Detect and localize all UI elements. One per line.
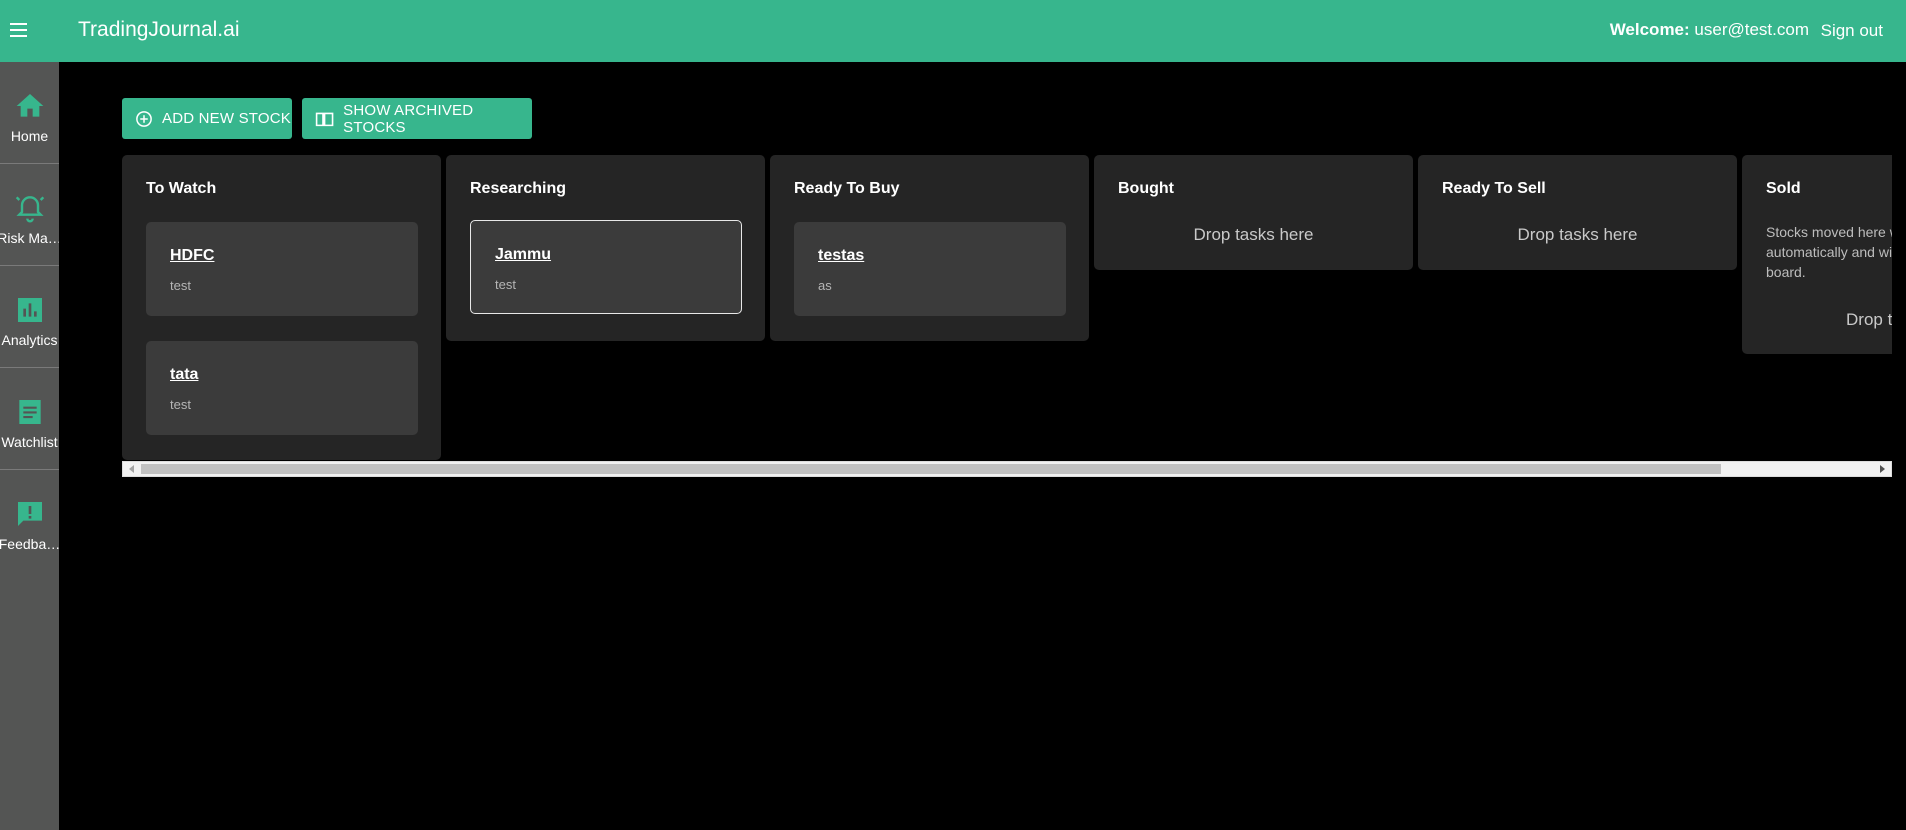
scroll-left-icon[interactable] (129, 465, 134, 473)
sidebar-item-label: Feedba… (0, 536, 59, 552)
sidebar-item-label: Watchlist (1, 434, 58, 450)
stock-card[interactable]: tata test (146, 341, 418, 435)
welcome-label: Welcome: (1609, 20, 1690, 39)
column-description: Stocks moved here will be archived autom… (1766, 224, 1892, 280)
column-title: Bought (1118, 180, 1174, 197)
sidebar: Home Risk Ma… Analytics Watchlist Feedba… (0, 62, 59, 830)
stock-card-description: test (170, 278, 191, 293)
alarm-icon (15, 196, 44, 223)
column-to-watch: To Watch HDFC test tata test (122, 155, 441, 460)
board-horizontal-scrollbar[interactable] (122, 461, 1892, 477)
column-ready-to-buy: Ready To Buy testas as (770, 155, 1089, 341)
drop-zone-hint: Drop tasks here (1193, 225, 1314, 244)
column-title: Ready To Buy (794, 180, 900, 197)
book-open-icon (315, 112, 334, 126)
show-archived-stocks-label: SHOW ARCHIVED STOCKS (343, 101, 474, 136)
bar-chart-icon (17, 298, 42, 322)
column-bought: Bought Drop tasks here (1094, 155, 1413, 270)
drop-zone-hint: Drop tasks here (1517, 225, 1638, 244)
home-icon (16, 94, 43, 117)
stock-card-description: as (818, 278, 832, 293)
scroll-right-icon[interactable] (1880, 465, 1885, 473)
scrollbar-thumb[interactable] (141, 464, 1721, 474)
kanban-board: To Watch HDFC test tata test Researching… (122, 155, 1892, 460)
sidebar-item-risk-management[interactable]: Risk Ma… (0, 164, 59, 266)
sidebar-item-label: Home (10, 128, 49, 144)
stock-card[interactable]: HDFC test (146, 222, 418, 316)
sidebar-item-label: Risk Ma… (0, 230, 59, 246)
stock-card-title[interactable]: tata (170, 366, 198, 384)
sidebar-item-label: Analytics (1, 332, 58, 348)
column-title: Sold (1766, 180, 1801, 197)
column-title: Researching (470, 180, 567, 197)
stock-card[interactable]: Jammu test (470, 220, 742, 314)
column-sold: Sold Stocks moved here will be archived … (1742, 155, 1892, 354)
stock-card-title[interactable]: Jammu (495, 246, 551, 264)
stock-card[interactable]: testas as (794, 222, 1066, 316)
stock-card-description: test (495, 277, 516, 292)
sidebar-item-home[interactable]: Home (0, 62, 59, 164)
hamburger-menu-icon[interactable] (10, 20, 30, 40)
stock-card-title[interactable]: testas (818, 247, 864, 265)
feedback-icon (17, 502, 42, 526)
stock-card-title[interactable]: HDFC (170, 247, 214, 265)
show-archived-stocks-button[interactable]: SHOW ARCHIVED STOCKS (302, 98, 532, 139)
app-bar: TradingJournal.ai Welcome: user@test.com… (0, 0, 1906, 62)
add-circle-icon (136, 110, 152, 127)
column-title: To Watch (146, 180, 217, 197)
sidebar-item-watchlist[interactable]: Watchlist (0, 368, 59, 470)
column-ready-to-sell: Ready To Sell Drop tasks here (1418, 155, 1737, 270)
drop-zone-hint: Drop tasks here (1846, 310, 1892, 329)
add-new-stock-label: ADD NEW STOCK (162, 110, 292, 127)
column-title: Ready To Sell (1442, 180, 1546, 197)
stock-card-description: test (170, 397, 191, 412)
sidebar-item-analytics[interactable]: Analytics (0, 266, 59, 368)
add-new-stock-button[interactable]: ADD NEW STOCK (122, 98, 292, 139)
list-icon (18, 400, 41, 424)
welcome-text: Welcome: user@test.com (1610, 20, 1809, 40)
column-researching: Researching Jammu test (446, 155, 765, 341)
user-email: user@test.com (1694, 20, 1809, 39)
app-title: TradingJournal.ai (78, 18, 240, 41)
sidebar-item-feedback[interactable]: Feedba… (0, 470, 59, 572)
sign-out-button[interactable]: Sign out (1821, 21, 1883, 41)
